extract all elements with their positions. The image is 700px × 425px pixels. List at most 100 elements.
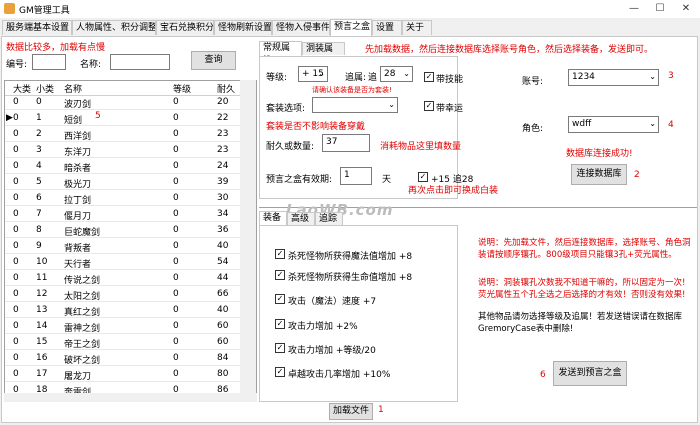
level-select[interactable]: + 15 ⌄ xyxy=(298,66,328,82)
table-row[interactable]: 013真红之剑0400 xyxy=(5,304,256,318)
option-checkbox[interactable]: ✓ xyxy=(275,270,285,280)
option-subtabs: 装备 高级 追踪 xyxy=(259,211,459,226)
subtab-advanced[interactable]: 高级 xyxy=(287,212,315,225)
tab-character-attrs[interactable]: 人物属性、积分调整 xyxy=(72,20,156,35)
table-cell: 40 xyxy=(217,241,229,251)
table-row[interactable]: 02西洋剑0230 xyxy=(5,128,256,142)
annotation-6: 6 xyxy=(540,370,546,380)
table-row[interactable]: 06拉丁剑0300 xyxy=(5,192,256,206)
table-row[interactable]: 012太阳之剑0660 xyxy=(5,288,256,302)
table-cell: 短剑 xyxy=(64,116,83,126)
option-checkbox[interactable]: ✓ xyxy=(275,319,285,329)
window-title: GM管理工具 xyxy=(19,6,70,16)
query-button[interactable]: 查询 xyxy=(191,51,236,70)
table-row[interactable]: 010天行者0540 xyxy=(5,256,256,270)
set-select[interactable]: ⌄ xyxy=(312,97,398,113)
table-row[interactable]: 03东洋刀0230 xyxy=(5,144,256,158)
table-cell: 10 xyxy=(36,257,48,267)
account-select[interactable]: 1234 ⌄ xyxy=(568,69,659,86)
table-header: 大类 小类 名称 等级 耐久 耗 xyxy=(5,81,256,96)
table-cell: 17 xyxy=(36,369,48,379)
table-cell: 拉丁剑 xyxy=(64,196,92,206)
plus-tag-checkbox[interactable]: ✓ xyxy=(418,172,428,182)
role-select[interactable]: wdff ⌄ xyxy=(568,116,659,133)
table-row[interactable]: 09背叛者0400 xyxy=(5,240,256,254)
id-input[interactable] xyxy=(32,54,66,70)
table-row[interactable]: 011传说之剑0440 xyxy=(5,272,256,286)
option-checkbox[interactable]: ✓ xyxy=(275,343,285,353)
send-to-box-button[interactable]: 发送到预言之盒 xyxy=(553,361,627,386)
table-row[interactable]: ▶01短剑0220 xyxy=(5,112,256,126)
table-cell: 屠龙刀 xyxy=(64,372,92,382)
tab-prophecy-box[interactable]: 预言之盒 xyxy=(330,19,372,36)
minimize-button[interactable]: — xyxy=(622,1,646,16)
load-file-button[interactable]: 加载文件 xyxy=(329,403,373,420)
skill-checkbox[interactable]: ✓ xyxy=(424,72,434,82)
subtab-socket-attrs[interactable]: 洞装属性 xyxy=(302,42,345,67)
tab-settings[interactable]: 设置 xyxy=(372,20,402,35)
validity-input[interactable]: 1 xyxy=(340,167,372,185)
table-cell: 14 xyxy=(36,321,48,331)
close-button[interactable]: ✕ xyxy=(674,1,698,16)
name-input[interactable] xyxy=(110,54,170,70)
subtab-normal-attrs[interactable]: 常规属性 xyxy=(259,41,302,66)
chase-select[interactable]: 28 ⌄ xyxy=(380,66,413,82)
table-horizontal-scrollbar[interactable] xyxy=(4,393,257,402)
column-header[interactable]: 等级 xyxy=(173,82,191,95)
account-value: 1234 xyxy=(572,72,595,82)
table-cell: 24 xyxy=(217,161,229,171)
tab-server-settings[interactable]: 服务端基本设置 xyxy=(2,20,72,35)
option-checkbox[interactable]: ✓ xyxy=(275,367,285,377)
luck-checkbox[interactable]: ✓ xyxy=(424,101,434,111)
table-row[interactable]: 017屠龙刀0800 xyxy=(5,368,256,382)
table-row[interactable]: 07偃月刀0340 xyxy=(5,208,256,222)
table-row[interactable]: 04暗杀者0240 xyxy=(5,160,256,174)
tab-monster-refresh[interactable]: 怪物刷新设置 xyxy=(214,20,272,35)
table-cell: 15 xyxy=(36,337,48,347)
table-cell: 波刃剑 xyxy=(64,100,92,110)
table-cell: 12 xyxy=(36,289,48,299)
column-header[interactable]: 大类 xyxy=(13,82,31,95)
tab-monster-invasion[interactable]: 怪物入侵事件 xyxy=(272,20,330,35)
option-label: 攻击力增加 +2% xyxy=(288,322,358,332)
connect-db-button[interactable]: 连接数据库 xyxy=(571,164,627,185)
table-cell: 0 xyxy=(13,321,19,331)
table-cell: 11 xyxy=(36,273,48,283)
table-vertical-scrollbar[interactable] xyxy=(240,80,256,400)
column-header[interactable]: 小类 xyxy=(36,82,54,95)
column-header[interactable]: 耐久 xyxy=(217,82,235,95)
maximize-button[interactable]: ☐ xyxy=(648,1,672,16)
table-row[interactable]: 016破坏之剑0840 xyxy=(5,352,256,366)
validity-unit: 天 xyxy=(382,175,392,185)
table-cell: 23 xyxy=(217,145,229,155)
tab-about[interactable]: 关于 xyxy=(402,20,432,35)
table-row[interactable]: 00波刃剑0200 xyxy=(5,96,256,110)
chevron-down-icon: ⌄ xyxy=(403,69,410,78)
id-label: 编号: xyxy=(6,60,28,70)
role-value: wdff xyxy=(572,119,592,129)
table-row[interactable]: 08巨蛇魔剑0360 xyxy=(5,224,256,238)
table-cell: 0 xyxy=(173,257,179,267)
subtab-trace[interactable]: 追踪 xyxy=(315,212,343,225)
skill-label: 带技能 xyxy=(436,75,464,85)
table-cell: 40 xyxy=(217,305,229,315)
table-cell: 0 xyxy=(173,145,179,155)
durability-note: 消耗物品这里填数量 xyxy=(380,142,462,152)
tab-gem-exchange[interactable]: 宝石兑换积分 xyxy=(156,20,214,35)
table-cell: 0 xyxy=(13,225,19,235)
table-cell: 0 xyxy=(173,113,179,123)
annotation-3: 3 xyxy=(668,71,674,81)
db-status: 数据库连接成功! xyxy=(566,149,633,159)
column-header[interactable]: 名称 xyxy=(64,82,82,95)
option-checkbox[interactable]: ✓ xyxy=(275,294,285,304)
annotation-5: 5 xyxy=(95,111,101,121)
table-row[interactable]: 014雷神之剑0600 xyxy=(5,320,256,334)
durability-input[interactable]: 37 xyxy=(322,134,370,152)
table-cell: 22 xyxy=(217,113,229,123)
option-checkbox[interactable]: ✓ xyxy=(275,249,285,259)
table-row[interactable]: 05极光刀0390 xyxy=(5,176,256,190)
table-cell: 1 xyxy=(36,113,42,123)
table-row[interactable]: 015帝王之剑0600 xyxy=(5,336,256,350)
table-cell: 0 xyxy=(13,353,19,363)
subtab-equipment[interactable]: 装备 xyxy=(259,211,287,226)
